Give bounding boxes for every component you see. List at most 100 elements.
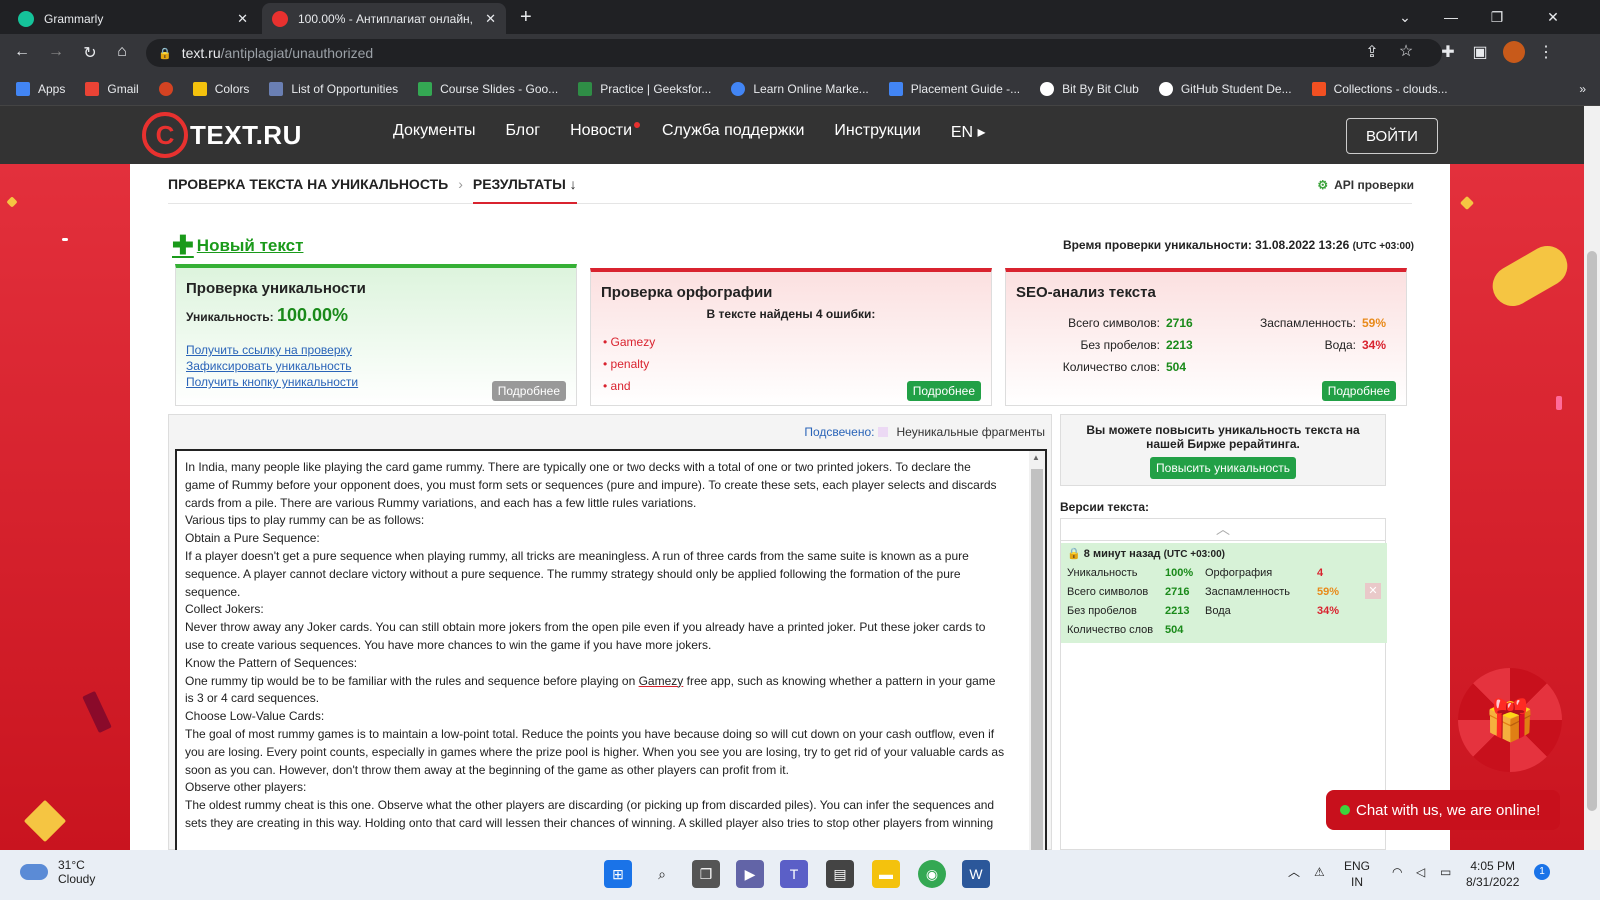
url-domain: text.ru — [181, 45, 221, 61]
wifi-icon[interactable]: ◠ — [1392, 864, 1402, 880]
tab-grammarly[interactable]: Grammarly ✕ — [8, 3, 258, 34]
file-explorer-icon[interactable]: ▬ — [872, 860, 900, 888]
minimize-icon[interactable]: — — [1428, 0, 1474, 34]
battery-icon[interactable]: ▭ — [1440, 864, 1451, 880]
teams-icon[interactable]: T — [780, 860, 808, 888]
bookmark-p[interactable] — [158, 81, 181, 96]
uniqueness-details-button[interactable]: Подробнее — [491, 381, 566, 401]
side-panel-icon[interactable]: ▣ — [1470, 42, 1490, 62]
reload-icon[interactable]: ↻ — [80, 43, 100, 63]
text-line: sequence. A player cannot declare victor… — [185, 566, 961, 581]
login-button[interactable]: ВОЙТИ — [1346, 118, 1438, 154]
text-line: Know the Pattern of Sequences: — [185, 655, 358, 670]
bookmark-geeksforgeeks[interactable]: Practice | Geeksfor... — [578, 81, 711, 96]
home-icon[interactable]: ⌂ — [112, 43, 132, 61]
web-page: C TEXT.RU Документы Блог Новости Служба … — [0, 106, 1584, 850]
page-scrollbar[interactable] — [1584, 106, 1600, 850]
bookmark-github[interactable]: GitHub Student De... — [1158, 81, 1292, 96]
search-icon[interactable]: ⌕ — [648, 860, 676, 888]
cloud-icon — [20, 864, 48, 880]
text-scrollbar-thumb[interactable] — [1031, 469, 1043, 850]
word-icon[interactable]: W — [962, 860, 990, 888]
bookmark-star-icon[interactable]: ☆ — [1396, 41, 1416, 61]
nav-news[interactable]: Новости — [570, 122, 640, 142]
delete-version-icon[interactable]: ✕ — [1365, 583, 1381, 599]
network-warning-icon[interactable]: ⚠ — [1314, 864, 1325, 880]
menu-kebab-icon[interactable]: ⋮ — [1536, 42, 1556, 62]
nav-support[interactable]: Служба поддержки — [662, 122, 804, 142]
text-line: you are losing. Every point counts, espe… — [185, 744, 1005, 759]
meet-chat-icon[interactable]: ▶ — [736, 860, 764, 888]
get-check-link[interactable]: Получить ссылку на проверку — [186, 342, 566, 358]
list-item[interactable]: • penalty — [603, 353, 979, 375]
forward-icon[interactable]: → — [46, 43, 66, 61]
api-check-link[interactable]: ⚙ API проверки — [1317, 178, 1414, 192]
nav-instructions[interactable]: Инструкции — [834, 122, 920, 142]
back-icon[interactable]: ← — [12, 43, 32, 61]
chat-button[interactable]: Chat with us, we are online! — [1326, 790, 1560, 830]
new-tab-button[interactable]: + — [520, 6, 532, 29]
text-scrollbar[interactable]: ▲ — [1029, 451, 1045, 850]
seo-box: SEO-анализ текста Всего символов: 2716 За… — [1005, 268, 1407, 406]
lock-icon: 🔒 — [1067, 548, 1081, 560]
seo-row: Без пробелов: 2213 Вода: 34% — [1080, 338, 1387, 352]
textru-logo[interactable]: C TEXT.RU — [142, 112, 302, 158]
tab-search-icon[interactable]: ⌄ — [1382, 0, 1428, 34]
checked-text-area[interactable]: In India, many people like playing the c… — [175, 449, 1047, 850]
online-status-dot — [1340, 805, 1350, 815]
seo-details-button[interactable]: Подробнее — [1321, 381, 1396, 401]
spelling-box: Проверка орфографии В тексте найдены 4 о… — [590, 268, 992, 406]
bookmark-bitbybit[interactable]: Bit By Bit Club — [1040, 81, 1139, 96]
gift-wheel-icon[interactable]: 🎁 — [1458, 668, 1562, 772]
volume-icon[interactable]: ◁ — [1416, 864, 1425, 880]
misspelled-word[interactable]: Gamezy — [639, 674, 684, 688]
notes-icon[interactable]: ▤ — [826, 860, 854, 888]
maximize-icon[interactable]: ❐ — [1474, 0, 1520, 34]
bookmark-apps[interactable]: Apps — [16, 81, 65, 96]
spelling-details-button[interactable]: Подробнее — [906, 381, 981, 401]
start-windows-icon[interactable]: ⊞ — [604, 860, 632, 888]
weather-widget[interactable]: 31°C Cloudy — [20, 858, 95, 886]
new-text-link[interactable]: ✚ Новый текст — [172, 230, 303, 261]
bookmark-gmail[interactable]: Gmail — [85, 81, 139, 96]
close-window-icon[interactable]: ✕ — [1530, 0, 1576, 34]
nav-language-en[interactable]: EN ▸ — [951, 122, 986, 142]
bookmark-opportunities[interactable]: List of Opportunities — [269, 81, 398, 96]
profile-avatar[interactable] — [1503, 41, 1525, 63]
language-indicator[interactable]: ENG IN — [1344, 858, 1370, 890]
bookmark-placement-guide[interactable]: Placement Guide -... — [888, 81, 1020, 96]
list-item[interactable]: • Gamezy — [603, 331, 979, 353]
nav-documents[interactable]: Документы — [393, 122, 475, 142]
close-tab-icon[interactable]: ✕ — [237, 11, 248, 27]
fix-uniqueness-link[interactable]: Зафиксировать уникальность — [186, 358, 566, 374]
confetti-piece — [1556, 396, 1562, 410]
breadcrumb-check-uniqueness[interactable]: ПРОВЕРКА ТЕКСТА НА УНИКАЛЬНОСТЬ — [168, 176, 448, 203]
breadcrumb-results[interactable]: РЕЗУЛЬТАТЫ ↓ — [472, 176, 577, 204]
tray-overflow-icon[interactable]: ︿ — [1288, 864, 1300, 880]
nav-blog[interactable]: Блог — [505, 122, 540, 142]
bookmarks-more-icon[interactable]: » — [1579, 82, 1586, 96]
clock[interactable]: 4:05 PM 8/31/2022 — [1466, 858, 1519, 890]
chevron-up-icon[interactable]: ︿ — [1061, 519, 1385, 541]
close-tab-icon[interactable]: ✕ — [485, 11, 496, 27]
page-scrollbar-thumb[interactable] — [1587, 251, 1597, 811]
address-bar[interactable]: 🔒 text.ru/antiplagiat/unauthorized — [146, 39, 1442, 67]
notification-badge[interactable]: 1 — [1534, 864, 1550, 880]
version-row: Уникальность 100% Орфография 4 — [1067, 567, 1324, 579]
bookmark-learn-online[interactable]: Learn Online Marke... — [731, 81, 869, 96]
version-item[interactable]: 🔒 8 минут назад (UTC +03:00) Уникальност… — [1061, 543, 1387, 643]
tab-textru[interactable]: 100.00% - Антиплагиат онлайн, ✕ — [262, 3, 506, 34]
text-line: Observe other players: — [185, 780, 307, 795]
version-time: 🔒 8 минут назад (UTC +03:00) — [1067, 548, 1225, 560]
text-line: Choose Low-Value Cards: — [185, 709, 325, 724]
seo-row: Количество слов: 504 — [1062, 360, 1187, 374]
increase-uniqueness-button[interactable]: Повысить уникальность — [1150, 457, 1296, 479]
share-icon[interactable]: ⇪ — [1362, 42, 1382, 62]
extensions-icon[interactable]: ✚ — [1438, 42, 1458, 62]
chrome-icon[interactable]: ◉ — [918, 860, 946, 888]
task-view-icon[interactable]: ❐ — [692, 860, 720, 888]
bookmark-collections[interactable]: Collections - clouds... — [1311, 81, 1448, 96]
bookmark-course-slides[interactable]: Course Slides - Goo... — [418, 81, 558, 96]
bookmark-colors[interactable]: Colors — [192, 81, 249, 96]
scroll-up-arrow-icon[interactable]: ▲ — [1032, 453, 1040, 462]
